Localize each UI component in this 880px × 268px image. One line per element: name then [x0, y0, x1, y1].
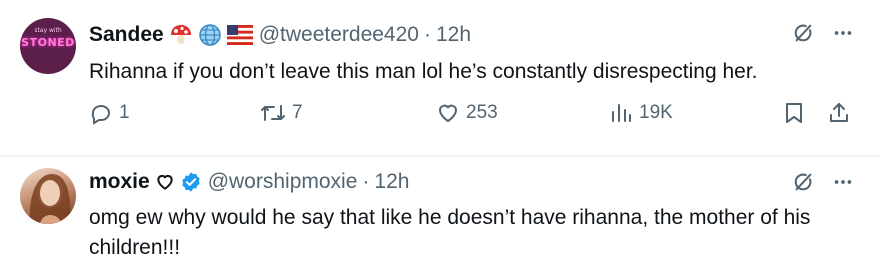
repost-count: 7 — [292, 102, 303, 123]
timestamp[interactable]: 12h — [436, 23, 471, 47]
heart-outline-emoji-icon — [155, 172, 175, 192]
mushroom-emoji-icon — [169, 23, 193, 47]
bookmark-icon — [783, 101, 805, 125]
timestamp[interactable]: 12h — [374, 170, 409, 194]
share-icon — [827, 101, 851, 125]
views-button[interactable]: 19K — [609, 101, 673, 125]
tweet-top-icons — [792, 171, 854, 198]
more-options-icon[interactable] — [832, 171, 854, 198]
handle[interactable]: @tweeterdee420 — [259, 23, 419, 47]
separator-dot: · — [423, 23, 431, 46]
avatar-text-small: stay with — [34, 27, 62, 34]
display-name[interactable]: moxie — [89, 170, 150, 194]
tweet-text: Rihanna if you don’t leave this man lol … — [89, 60, 758, 83]
avatar[interactable] — [20, 168, 76, 224]
grok-icon[interactable] — [792, 171, 814, 198]
separator-dot: · — [362, 170, 370, 193]
avatar-portrait — [29, 174, 71, 224]
tweet-header: moxie @worshipmoxie · 12h — [89, 170, 409, 194]
reply-count: 1 — [119, 102, 130, 123]
globe-emoji-icon — [198, 23, 222, 47]
tweet[interactable]: stay with STONED Sandee @tweeterdee420 ·… — [0, 0, 880, 155]
avatar-text: STONED — [21, 36, 75, 49]
display-name[interactable]: Sandee — [89, 23, 164, 47]
reply-icon — [89, 101, 113, 125]
us-flag-emoji-icon — [226, 25, 253, 45]
tweet-actions: 1 7 253 19K — [89, 101, 857, 131]
share-button[interactable] — [827, 101, 851, 125]
repost-icon — [260, 101, 286, 125]
views-chart-icon — [609, 101, 633, 125]
repost-button[interactable]: 7 — [260, 101, 303, 125]
heart-icon — [436, 101, 460, 125]
bookmark-button[interactable] — [783, 101, 805, 125]
tweet-text: omg ew why would he say that like he doe… — [89, 206, 811, 259]
like-count: 253 — [466, 102, 498, 123]
tweet-top-icons — [792, 22, 854, 49]
tweet-header: Sandee @tweeterdee420 · 12h — [89, 23, 471, 47]
tweet[interactable]: moxie @worshipmoxie · 12h omg ew why wou… — [0, 157, 880, 268]
handle[interactable]: @worshipmoxie — [208, 170, 358, 194]
more-options-icon[interactable] — [832, 22, 854, 49]
avatar[interactable]: stay with STONED — [20, 18, 76, 74]
like-button[interactable]: 253 — [436, 101, 498, 125]
grok-icon[interactable] — [792, 22, 814, 49]
view-count: 19K — [639, 102, 673, 123]
verified-badge-icon[interactable] — [180, 171, 202, 193]
reply-button[interactable]: 1 — [89, 101, 130, 125]
